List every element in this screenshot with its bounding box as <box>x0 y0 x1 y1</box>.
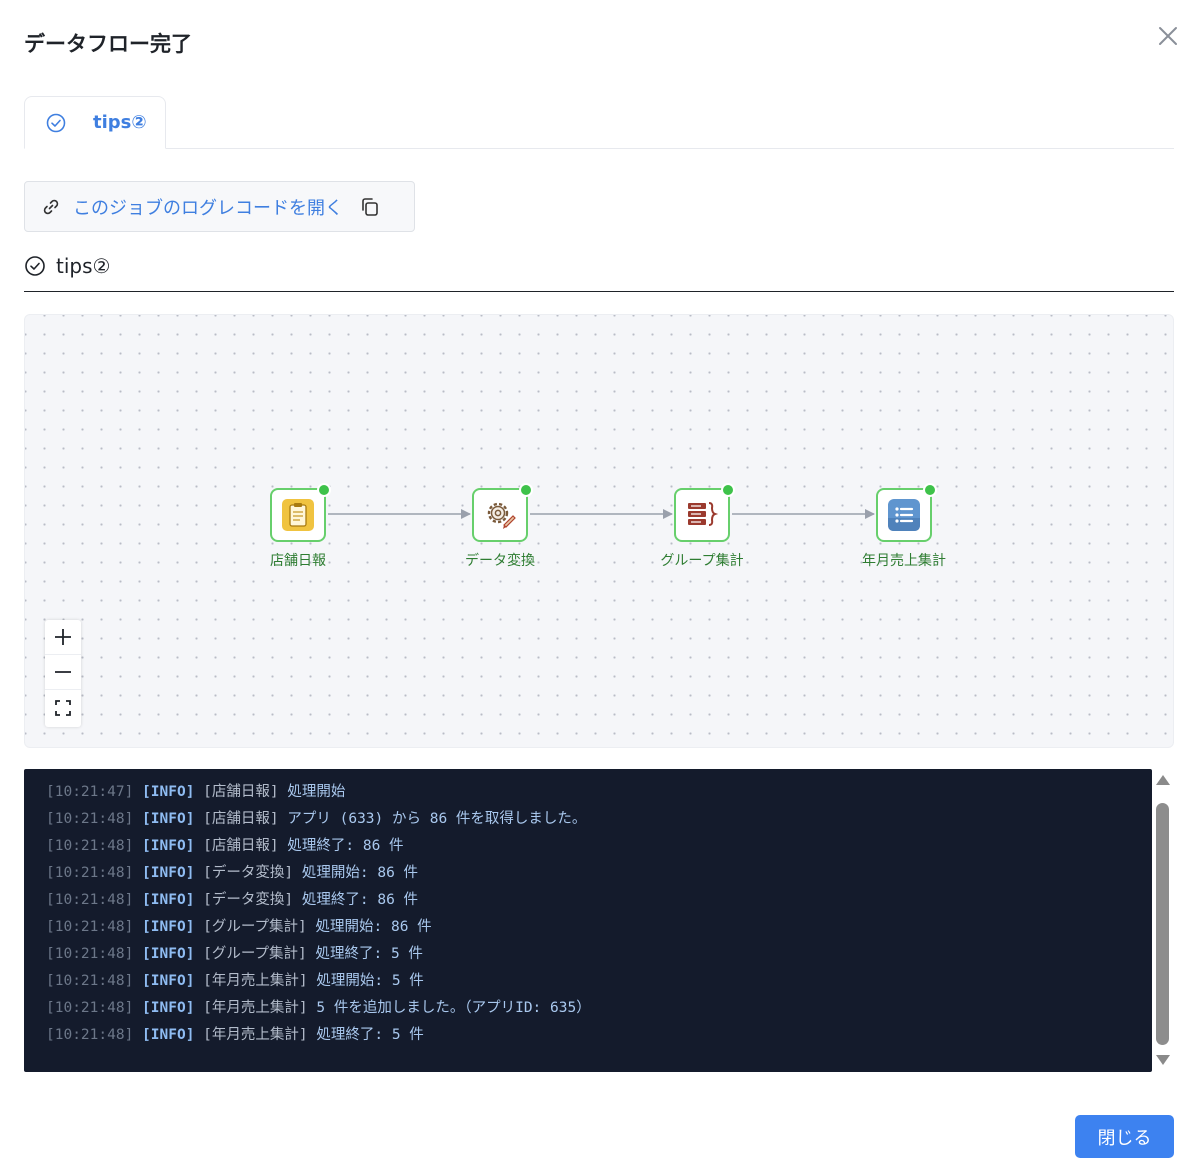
flow-node-store-daily-report[interactable] <box>270 483 331 542</box>
log-source: [データ変換] <box>203 865 294 881</box>
log-timestamp: [10:21:48] <box>46 838 134 854</box>
log-message: 処理開始: 86 件 <box>315 919 432 935</box>
log-source: [店舗日報] <box>203 811 279 827</box>
log-message: 処理開始: 86 件 <box>301 865 419 881</box>
close-x-icon[interactable] <box>1156 24 1180 48</box>
log-level: [INFO] <box>142 892 195 908</box>
open-log-record-link[interactable]: このジョブのログレコードを開く <box>73 194 343 220</box>
check-circle-icon <box>24 255 46 277</box>
status-dot <box>519 483 533 497</box>
flow-node-label: グループ集計 <box>660 553 744 569</box>
log-source: [年月売上集計] <box>203 973 308 989</box>
log-source: [グループ集計] <box>203 919 307 935</box>
log-message: 処理終了: 86 件 <box>301 892 419 908</box>
log-level: [INFO] <box>142 1027 195 1043</box>
flow-node-label: 年月売上集計 <box>862 553 946 569</box>
log-level: [INFO] <box>142 1000 195 1016</box>
log-console[interactable]: [10:21:47] [INFO] [店舗日報] 処理開始 [10:21:48] … <box>24 769 1152 1072</box>
check-circle-icon <box>45 112 67 134</box>
log-timestamp: [10:21:48] <box>46 1000 134 1016</box>
log-message: 処理開始: 5 件 <box>316 973 424 989</box>
log-source: [店舗日報] <box>203 838 279 854</box>
flow-edges <box>328 509 875 519</box>
flow-node-label: 店舗日報 <box>270 553 326 569</box>
log-timestamp: [10:21:48] <box>46 892 134 908</box>
log-line: [10:21:48] [INFO] [店舗日報] 処理終了: 86 件 <box>46 833 1152 860</box>
flow-node-monthly-sales[interactable] <box>876 483 937 542</box>
log-level: [INFO] <box>142 946 195 962</box>
log-timestamp: [10:21:48] <box>46 811 134 827</box>
log-level: [INFO] <box>142 811 195 827</box>
status-dot <box>317 483 331 497</box>
zoom-controls <box>45 620 81 727</box>
log-message: 処理開始 <box>287 784 346 800</box>
fit-view-icon[interactable] <box>45 690 81 725</box>
dialog-title: データフロー完了 <box>24 32 192 56</box>
flow-node-label: データ変換 <box>465 553 535 569</box>
scroll-down-icon[interactable] <box>1156 1055 1170 1065</box>
status-dot <box>721 483 735 497</box>
log-timestamp: [10:21:47] <box>46 784 134 800</box>
log-line: [10:21:48] [INFO] [データ変換] 処理開始: 86 件 <box>46 860 1152 887</box>
log-record-link-box: このジョブのログレコードを開く <box>24 181 415 232</box>
tab-label: tips② <box>93 112 147 133</box>
log-message: 処理終了: 5 件 <box>315 946 423 962</box>
log-level: [INFO] <box>142 838 195 854</box>
list-icon <box>887 498 921 532</box>
log-line: [10:21:48] [INFO] [年月売上集計] 5 件を追加しました。（ア… <box>46 995 1152 1022</box>
log-source: [データ変換] <box>203 892 294 908</box>
log-source: [グループ集計] <box>203 946 307 962</box>
log-timestamp: [10:21:48] <box>46 919 134 935</box>
section-title: tips② <box>24 252 1174 292</box>
link-icon <box>41 197 61 217</box>
scroll-up-icon[interactable] <box>1156 775 1170 785</box>
log-message: 処理終了: 86 件 <box>287 838 404 854</box>
log-timestamp: [10:21:48] <box>46 865 134 881</box>
flow-node-group-aggregate[interactable] <box>674 483 735 542</box>
log-level: [INFO] <box>142 973 195 989</box>
log-line: [10:21:48] [INFO] [年月売上集計] 処理開始: 5 件 <box>46 968 1152 995</box>
gear-icon <box>483 498 517 532</box>
close-button[interactable]: 閉じる <box>1075 1115 1174 1158</box>
log-message: 処理終了: 5 件 <box>316 1027 424 1043</box>
copy-icon[interactable] <box>359 196 381 218</box>
log-scrollbar[interactable] <box>1152 769 1174 1072</box>
flow-canvas[interactable]: 店舗日報 データ変換 グループ集計 年月売上集計 <box>24 314 1174 748</box>
group-aggregate-icon <box>685 498 719 532</box>
tab-tips2[interactable]: tips② <box>24 96 166 149</box>
log-message: アプリ (633) から 86 件を取得しました。 <box>287 811 587 827</box>
log-timestamp: [10:21:48] <box>46 973 134 989</box>
clipboard-icon <box>281 498 315 532</box>
tab-bar: tips② <box>24 96 1174 149</box>
log-level: [INFO] <box>142 919 195 935</box>
scrollbar-thumb[interactable] <box>1156 803 1169 1045</box>
status-dot <box>923 483 937 497</box>
log-line: [10:21:48] [INFO] [グループ集計] 処理終了: 5 件 <box>46 941 1152 968</box>
log-timestamp: [10:21:48] <box>46 946 134 962</box>
zoom-in-icon[interactable] <box>45 620 81 655</box>
section-title-text: tips② <box>56 254 111 278</box>
log-level: [INFO] <box>142 865 195 881</box>
zoom-out-icon[interactable] <box>45 655 81 690</box>
log-timestamp: [10:21:48] <box>46 1027 134 1043</box>
log-line: [10:21:48] [INFO] [グループ集計] 処理開始: 86 件 <box>46 914 1152 941</box>
log-line: [10:21:48] [INFO] [データ変換] 処理終了: 86 件 <box>46 887 1152 914</box>
log-line: [10:21:48] [INFO] [年月売上集計] 処理終了: 5 件 <box>46 1022 1152 1049</box>
log-line: [10:21:48] [INFO] [店舗日報] アプリ (633) から 86… <box>46 806 1152 833</box>
log-message: 5 件を追加しました。（アプリID: 635） <box>316 1000 591 1016</box>
log-line: [10:21:47] [INFO] [店舗日報] 処理開始 <box>46 779 1152 806</box>
flow-node-data-transform[interactable] <box>472 483 533 542</box>
log-level: [INFO] <box>142 784 195 800</box>
log-source: [年月売上集計] <box>203 1027 308 1043</box>
log-source: [年月売上集計] <box>203 1000 308 1016</box>
log-source: [店舗日報] <box>203 784 279 800</box>
